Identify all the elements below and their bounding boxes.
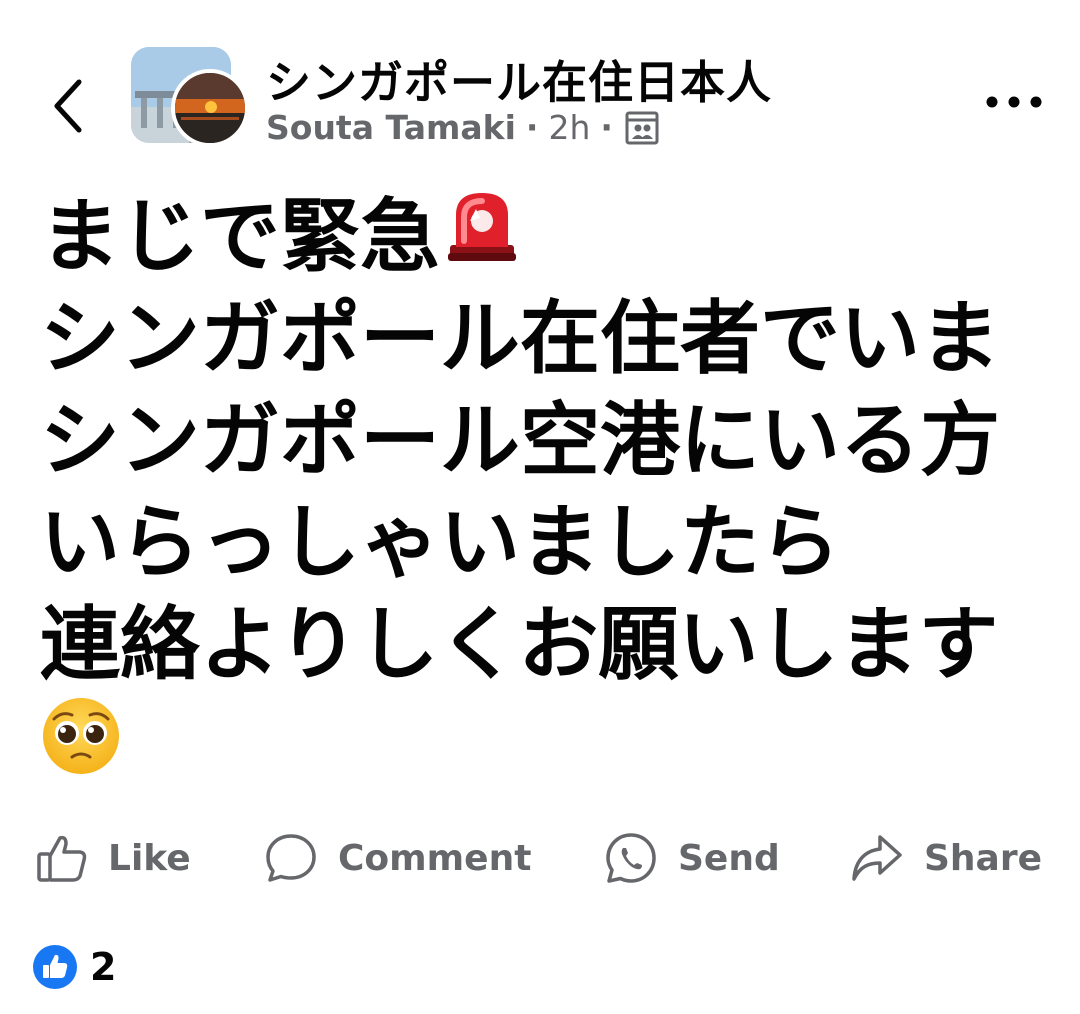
like-button[interactable]: Like xyxy=(36,822,191,894)
comment-icon xyxy=(266,834,316,882)
group-name[interactable]: シンガポール在住日本人 xyxy=(266,46,772,111)
sunset-image xyxy=(175,73,245,143)
post-line: いらっしゃいましたら xyxy=(40,496,840,589)
author-avatar[interactable] xyxy=(171,69,249,147)
back-button[interactable] xyxy=(36,70,100,142)
post-meta: Souta Tamaki · 2h · xyxy=(266,108,659,147)
comment-button[interactable]: Comment xyxy=(264,822,531,894)
send-button[interactable]: Send xyxy=(604,822,780,894)
pleading-face-emoji xyxy=(40,695,122,801)
comment-label: Comment xyxy=(338,837,532,879)
send-label: Send xyxy=(678,837,780,879)
like-label: Like xyxy=(108,837,191,879)
post-header: シンガポール在住日本人 Souta Tamaki · 2h · xyxy=(0,0,1080,170)
post-line: シンガポール空港にいる方 xyxy=(40,394,1000,487)
ellipsis-icon xyxy=(986,96,1042,108)
post-line: まじで緊急 xyxy=(40,186,1060,288)
whatsapp-icon xyxy=(606,833,656,883)
thumbs-up-icon xyxy=(37,835,87,882)
avatar-group[interactable] xyxy=(131,47,249,147)
post-line: 連絡よりしくお願いします xyxy=(40,598,999,691)
more-options-button[interactable] xyxy=(978,82,1050,122)
post-actions: Like Comment Send Share xyxy=(0,822,1080,894)
reaction-summary[interactable]: 2 xyxy=(32,944,116,990)
post-time[interactable]: 2h xyxy=(548,108,590,147)
meta-separator: · xyxy=(525,108,539,147)
post-line-text: まじで緊急 xyxy=(40,190,440,283)
share-button[interactable]: Share xyxy=(850,822,1042,894)
share-label: Share xyxy=(924,837,1043,879)
post-line: シンガポール在住者でいま xyxy=(40,292,1000,385)
rotating-light-emoji xyxy=(446,185,518,287)
share-arrow-icon xyxy=(852,835,902,881)
meta-separator: · xyxy=(600,108,613,147)
author-name[interactable]: Souta Tamaki xyxy=(266,108,516,147)
post-line xyxy=(40,696,1060,798)
members-only-icon xyxy=(625,111,659,145)
post-text: まじで緊急 シンガポール在住者でいま シンガポール空港にいる方 いらっしゃいまし… xyxy=(40,186,1060,798)
chevron-left-icon xyxy=(54,79,82,133)
like-reaction-icon xyxy=(33,945,77,989)
reaction-count: 2 xyxy=(90,945,117,989)
